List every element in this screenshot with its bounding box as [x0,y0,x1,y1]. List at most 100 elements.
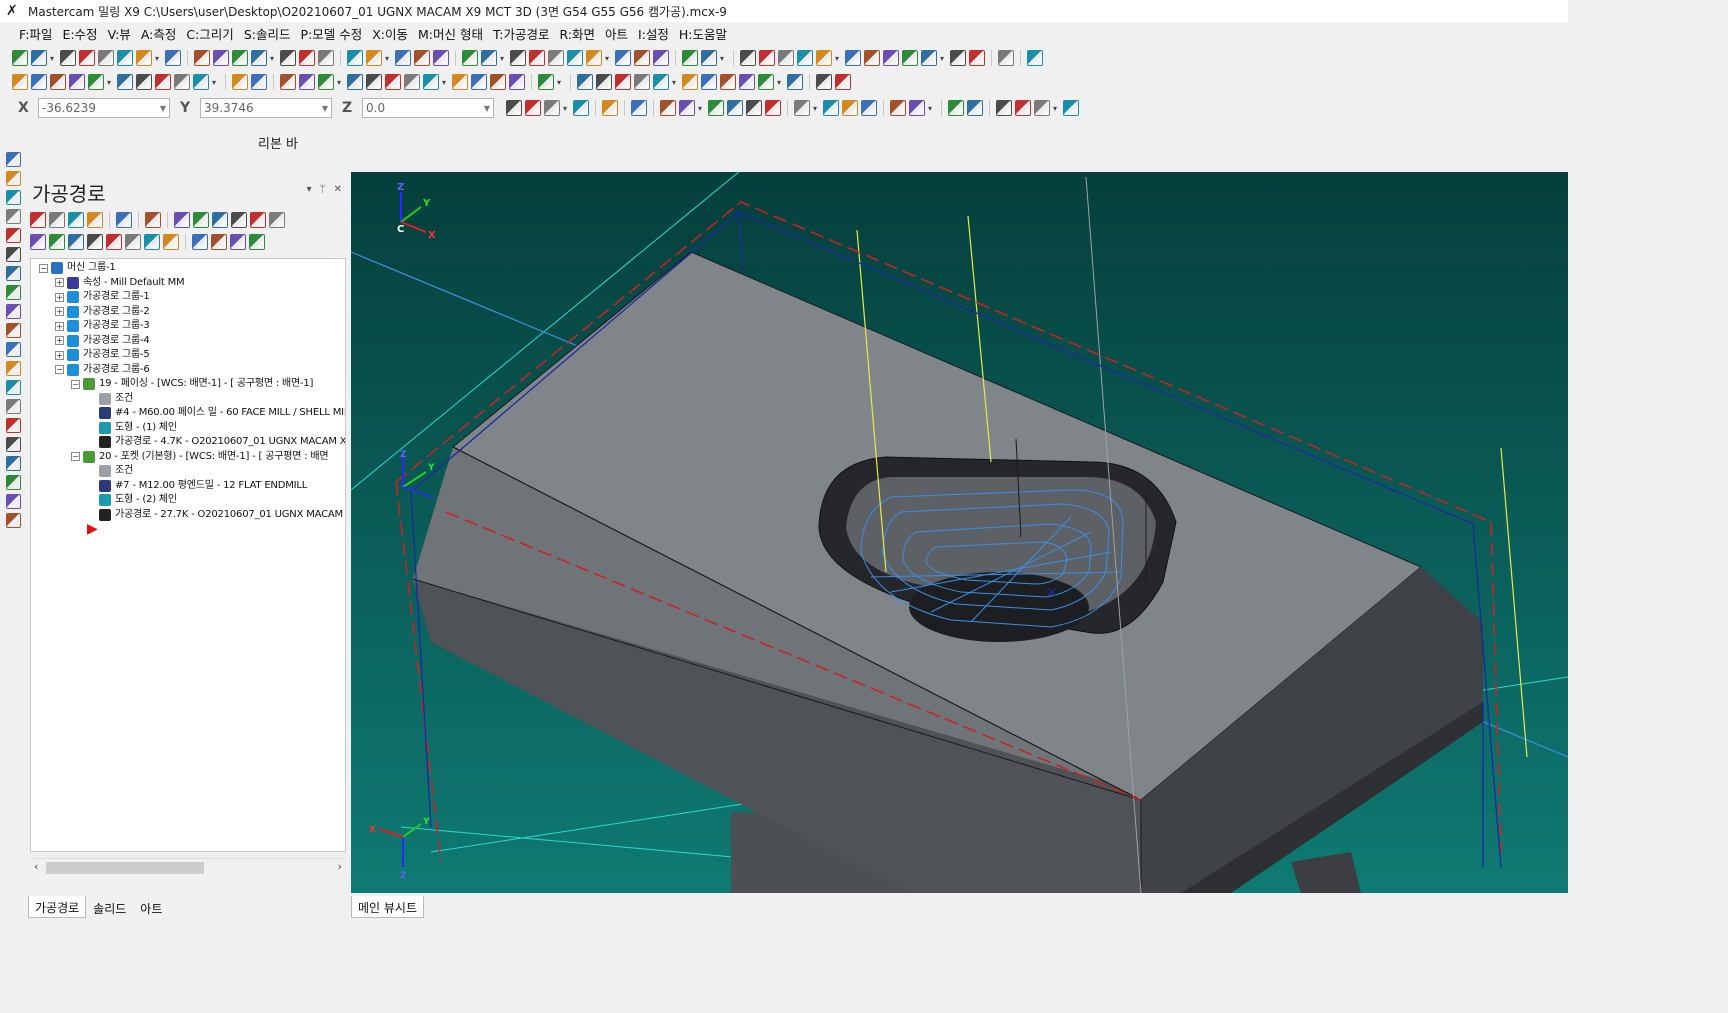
toolbar-button-icon[interactable] [758,74,774,90]
toolbar-button-icon[interactable] [948,100,964,116]
toolbar-button-icon[interactable] [31,50,47,66]
tree-node[interactable]: − 머신 그룹-1 [39,261,116,275]
toolbar-button-icon[interactable] [251,50,267,66]
toolbar-button-icon[interactable] [765,100,781,116]
toolbar-button-icon[interactable] [251,74,267,90]
toolbar-button-icon[interactable] [144,234,160,250]
tree-node[interactable]: + 가공경로 그룹-5 [55,348,150,362]
toolbar-button-icon[interactable] [967,100,983,116]
toolbar-button-icon[interactable] [701,74,717,90]
side-tool-icon[interactable] [6,475,21,490]
menu-item[interactable]: V:뷰 [103,24,136,43]
cad-model-view[interactable]: Z Y X C Z Y X Y Z ✕ [351,172,1568,893]
expand-icon[interactable]: + [55,292,64,302]
toolbar-button-icon[interactable] [615,74,631,90]
toolbar-button-icon[interactable] [996,100,1012,116]
toolbar-button-icon[interactable] [797,50,813,66]
side-tool-icon[interactable] [6,513,21,528]
toolbar-button-icon[interactable] [163,234,179,250]
chevron-down-icon[interactable]: ▾ [442,78,449,87]
side-tool-icon[interactable] [6,418,21,433]
menu-item[interactable]: M:머신 형태 [413,24,488,43]
chevron-down-icon[interactable]: ▾ [107,78,114,87]
toolbar-button-icon[interactable] [136,50,152,66]
side-tool-icon[interactable] [6,342,21,357]
toolbar-button-icon[interactable] [117,74,133,90]
chevron-down-icon[interactable]: ▾ [50,54,57,63]
side-tool-icon[interactable] [6,494,21,509]
expand-icon[interactable]: + [55,278,64,287]
side-tool-icon[interactable] [6,304,21,319]
chevron-down-icon[interactable]: ▾ [563,104,570,113]
toolbar-button-icon[interactable] [250,212,266,228]
toolbar-button-icon[interactable] [909,100,925,116]
horizontal-scrollbar[interactable]: ‹ › [30,858,346,876]
tab-main-viewsheet[interactable]: 메인 뷰시트 [351,896,425,918]
chevron-down-icon[interactable]: ▾ [500,54,507,63]
toolbar-button-icon[interactable] [347,50,363,66]
toolbar-button-icon[interactable] [69,74,85,90]
toolbar-button-icon[interactable] [125,234,141,250]
toolbar-button-icon[interactable] [366,50,382,66]
toolbar-button-icon[interactable] [471,74,487,90]
toolbar-button-icon[interactable] [740,50,756,66]
toolbar-button-icon[interactable] [1034,100,1050,116]
toolbar-button-icon[interactable] [510,50,526,66]
toolbar-button-icon[interactable] [155,74,171,90]
toolbar-button-icon[interactable] [816,50,832,66]
toolbar-button-icon[interactable] [212,212,228,228]
toolbar-button-icon[interactable] [385,74,401,90]
side-tool-icon[interactable] [6,437,21,452]
tab-toolpaths[interactable]: 가공경로 [28,896,87,918]
chevron-down-icon[interactable]: ▾ [813,104,820,113]
toolbar-button-icon[interactable] [544,100,560,116]
toolbar-button-icon[interactable] [481,50,497,66]
toolbar-button-icon[interactable] [778,50,794,66]
chevron-down-icon[interactable]: ▾ [720,54,727,63]
expand-icon[interactable]: + [55,307,64,316]
toolbar-button-icon[interactable] [106,234,122,250]
toolbar-button-icon[interactable] [577,74,593,90]
toolbar-button-icon[interactable] [548,50,564,66]
toolbar-button-icon[interactable] [902,50,918,66]
chevron-down-icon[interactable]: ▾ [557,78,564,87]
toolbar-button-icon[interactable] [318,74,334,90]
toolbar-button-icon[interactable] [30,234,46,250]
toolbar-button-icon[interactable] [174,212,190,228]
side-tool-icon[interactable] [6,399,21,414]
toolbar-button-icon[interactable] [816,74,832,90]
toolbar-button-icon[interactable] [823,100,839,116]
toolbar-button-icon[interactable] [759,50,775,66]
menu-item[interactable]: H:도움말 [674,24,732,43]
side-tool-icon[interactable] [6,361,21,376]
tree-node[interactable]: 도형 - (2) 체인 [87,493,177,507]
toolbar-button-icon[interactable] [727,100,743,116]
collapse-icon[interactable]: − [71,452,80,461]
toolbar-button-icon[interactable] [79,50,95,66]
toolbar-button-icon[interactable] [490,74,506,90]
toolbar-button-icon[interactable] [567,50,583,66]
toolpath-tree[interactable]: − 머신 그룹-1 + 속성 - Mill Default MM + 가공경로 그룹-1 +… [30,258,346,852]
toolbar-button-icon[interactable] [787,74,803,90]
tree-node[interactable]: + 가공경로 그룹-4 [55,334,150,348]
chevron-down-icon[interactable]: ▾ [605,54,612,63]
toolbar-button-icon[interactable] [746,100,762,116]
y-coordinate-input[interactable]: 39.3746 ▼ [200,98,332,118]
toolbar-button-icon[interactable] [433,50,449,66]
toolbar-button-icon[interactable] [679,100,695,116]
toolbar-button-icon[interactable] [835,74,851,90]
toolbar-button-icon[interactable] [116,212,132,228]
tree-node[interactable]: 가공경로 - 4.7K - O20210607_01 UGNX MACAM X9 [87,435,345,449]
toolbar-button-icon[interactable] [213,50,229,66]
toolbar-button-icon[interactable] [682,50,698,66]
tree-node[interactable]: + 속성 - Mill Default MM [55,276,185,290]
toolbar-button-icon[interactable] [509,74,525,90]
scrollbar-thumb[interactable] [46,862,204,874]
toolbar-button-icon[interactable] [538,74,554,90]
toolbar-button-icon[interactable] [280,50,296,66]
toolbar-button-icon[interactable] [194,50,210,66]
toolbar-button-icon[interactable] [395,50,411,66]
toolbar-button-icon[interactable] [98,50,114,66]
chevron-down-icon[interactable]: ▼ [484,104,490,113]
menu-item[interactable]: A:측정 [136,24,182,43]
